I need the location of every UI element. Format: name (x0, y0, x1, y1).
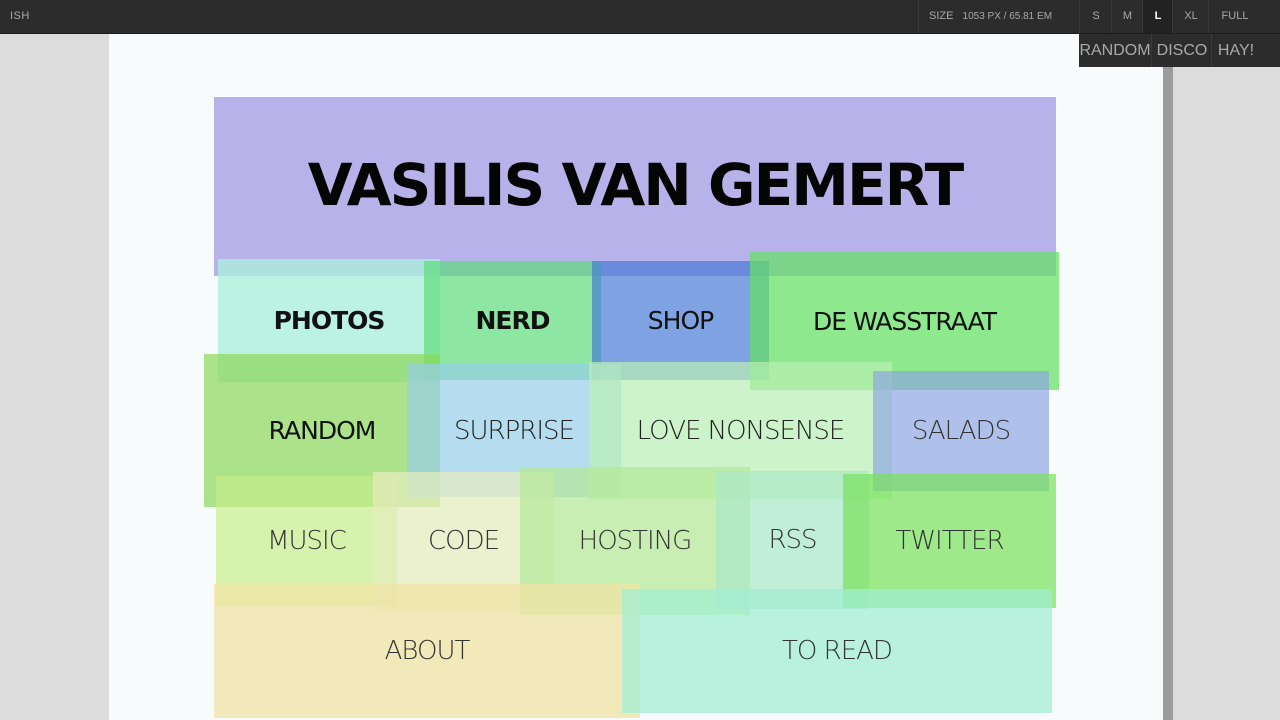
nav-twitter-label: TWITTER (895, 526, 1004, 556)
nav-random-label: RANDOM (268, 416, 377, 445)
nav-code-label: CODE (427, 526, 500, 556)
nav-rss-label: RSS (768, 525, 817, 555)
nav-about[interactable]: ABOUT (214, 584, 640, 718)
nav-love-nonsense-label: LOVE NONSENSE (636, 415, 846, 446)
size-l-button[interactable]: L (1142, 0, 1173, 33)
toolbar-dropdown: RANDOM DISCO HAY! (1079, 34, 1280, 67)
nav-salads[interactable]: SALADS (873, 371, 1049, 491)
hay-button[interactable]: HAY! (1211, 34, 1260, 67)
size-m-button[interactable]: M (1111, 0, 1143, 33)
site-header: VASILIS VAN GEMERT (214, 97, 1056, 276)
nav-photos-label: PHOTOS (273, 306, 386, 335)
size-xl-button[interactable]: XL (1172, 0, 1209, 33)
nav-nerd[interactable]: NERD (424, 261, 601, 380)
app-logo[interactable]: ISH (10, 10, 30, 22)
nav-to-read[interactable]: TO READ (622, 589, 1052, 713)
nav-nerd-label: NERD (475, 306, 550, 335)
size-value: 1053 PX / 65.81 EM (962, 11, 1053, 22)
nav-twitter[interactable]: TWITTER (843, 474, 1056, 608)
viewport-resize-handle[interactable] (1163, 34, 1173, 720)
toolbar: ISH SIZE 1053 PX / 65.81 EM S M L XL FUL… (0, 0, 1280, 34)
size-label: SIZE (929, 10, 954, 22)
size-s-button[interactable]: S (1079, 0, 1112, 33)
random-button[interactable]: RANDOM (1079, 34, 1151, 67)
nav-to-read-label: TO READ (782, 636, 893, 666)
nav-surprise-label: SURPRISE (454, 415, 575, 446)
size-full-button[interactable]: FULL (1208, 0, 1261, 33)
site-title[interactable]: VASILIS VAN GEMERT (214, 151, 1056, 219)
size-readout: SIZE 1053 PX / 65.81 EM (918, 0, 1079, 33)
nav-about-label: ABOUT (384, 636, 471, 666)
nav-salads-label: SALADS (911, 416, 1011, 446)
nav-shop-label: SHOP (647, 306, 714, 335)
nav-de-wasstraat-label: DE WASSTRAAT (812, 306, 997, 336)
site-viewport: VASILIS VAN GEMERT PHOTOS NERD SHOP DE W… (109, 34, 1163, 720)
nav-music-label: MUSIC (267, 526, 347, 556)
disco-button[interactable]: DISCO (1151, 34, 1212, 67)
nav-hosting-label: HOSTING (578, 526, 693, 556)
